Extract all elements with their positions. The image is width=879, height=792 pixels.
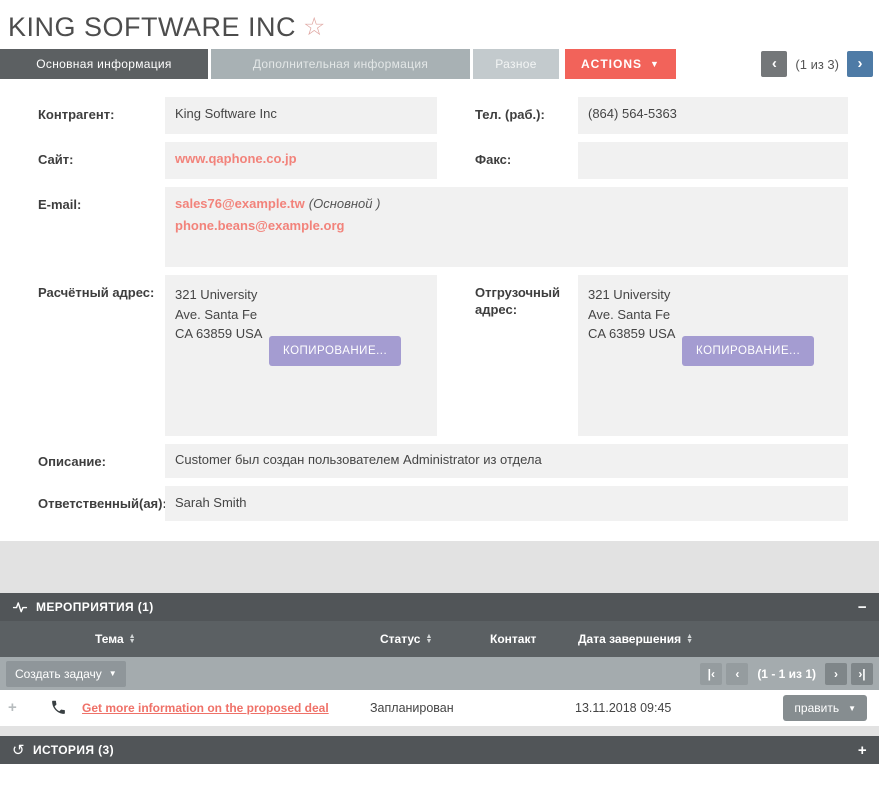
chevron-down-icon: ▼ — [109, 669, 117, 678]
column-due-date-label: Дата завершения — [578, 632, 681, 646]
description-label: Описание: — [38, 444, 165, 478]
work-phone-label: Тел. (раб.): — [475, 97, 578, 134]
page-header: KING SOFTWARE INC☆ — [0, 0, 879, 49]
favorite-star-icon[interactable]: ☆ — [303, 13, 325, 41]
list-pagination: |‹ ‹ (1 - 1 из 1) › ›| — [700, 663, 873, 685]
tab-bar: Основная информация Дополнительная инфор… — [0, 49, 879, 79]
edit-activity-label: править — [794, 701, 839, 715]
next-record-button[interactable]: › — [847, 51, 873, 77]
column-status[interactable]: Статус ▲▼ — [380, 621, 432, 657]
shipping-address-field[interactable]: 321 University Ave. Santa Fe CA 63859 US… — [578, 275, 848, 436]
phone-call-icon — [50, 699, 67, 719]
column-subject-label: Тема — [95, 632, 124, 646]
primary-email-line: sales76@example.tw (Основной ) — [175, 196, 838, 211]
record-pagination-label: (1 из 3) — [795, 57, 839, 72]
edit-activity-button[interactable]: править ▼ — [783, 695, 867, 721]
copy-billing-address-button[interactable]: КОПИРОВАНИЕ... — [269, 336, 401, 366]
column-subject[interactable]: Тема ▲▼ — [95, 621, 136, 657]
tab-basic-info[interactable]: Основная информация — [0, 49, 208, 79]
field-row: Сайт: www.qaphone.co.jp Факс: — [38, 142, 848, 179]
detail-panel: Контрагент: King Software Inc Тел. (раб.… — [0, 79, 879, 541]
activities-toolbar: Создать задачу ▼ |‹ ‹ (1 - 1 из 1) › ›| — [0, 657, 879, 690]
sort-icon: ▲▼ — [425, 634, 432, 644]
create-task-label: Создать задачу — [15, 667, 102, 681]
first-page-button[interactable]: |‹ — [700, 663, 722, 685]
history-title: ИСТОРИЯ (3) — [33, 743, 114, 757]
shipping-address-value: 321 University Ave. Santa Fe CA 63859 US… — [588, 284, 680, 344]
assigned-to-field[interactable]: Sarah Smith — [165, 486, 848, 521]
activity-status: Запланирован — [370, 701, 454, 715]
record-pagination: ‹ (1 из 3) › — [761, 51, 873, 77]
chevron-down-icon: ▼ — [650, 49, 660, 79]
previous-record-button[interactable]: ‹ — [761, 51, 787, 77]
page-title: KING SOFTWARE INC — [8, 12, 296, 42]
activity-due-date: 13.11.2018 09:45 — [575, 701, 671, 715]
secondary-email-link[interactable]: phone.beans@example.org — [175, 218, 344, 233]
sort-icon: ▲▼ — [686, 634, 693, 644]
chevron-down-icon: ▼ — [848, 704, 856, 713]
section-divider — [0, 541, 879, 593]
copy-shipping-address-button[interactable]: КОПИРОВАНИЕ... — [682, 336, 814, 366]
column-due-date[interactable]: Дата завершения ▲▼ — [578, 621, 693, 657]
activities-header: МЕРОПРИЯТИЯ (1) − — [0, 593, 879, 621]
fax-field[interactable] — [578, 142, 848, 179]
actions-button-label: ACTIONS — [581, 49, 642, 79]
field-row: Описание: Customer был создан пользовате… — [38, 444, 848, 478]
column-contact-label: Контакт — [490, 632, 536, 646]
email-label: E-mail: — [38, 187, 165, 267]
work-phone-field[interactable]: (864) 564-5363 — [578, 97, 848, 134]
field-row: Контрагент: King Software Inc Тел. (раб.… — [38, 97, 848, 134]
fax-label: Факс: — [475, 142, 578, 179]
create-task-button[interactable]: Создать задачу ▼ — [6, 661, 126, 687]
account-name-label: Контрагент: — [38, 97, 165, 134]
column-contact: Контакт — [490, 621, 536, 657]
email-field[interactable]: sales76@example.tw (Основной ) phone.bean… — [165, 187, 848, 267]
next-page-button[interactable]: › — [825, 663, 847, 685]
actions-button[interactable]: ACTIONS ▼ — [565, 49, 676, 79]
activity-subject-link[interactable]: Get more information on the proposed dea… — [82, 701, 329, 715]
collapse-activities-button[interactable]: − — [858, 600, 867, 615]
website-label: Сайт: — [38, 142, 165, 179]
description-field[interactable]: Customer был создан пользователем Admini… — [165, 444, 848, 478]
field-row: Расчётный адрес: 321 University Ave. San… — [38, 275, 848, 436]
history-clock-icon: ↺ — [12, 741, 25, 759]
tab-additional-info[interactable]: Дополнительная информация — [211, 49, 470, 79]
field-row: Ответственный(ая): Sarah Smith — [38, 486, 848, 521]
previous-page-button[interactable]: ‹ — [726, 663, 748, 685]
account-name-field[interactable]: King Software Inc — [165, 97, 437, 134]
list-pagination-label: (1 - 1 из 1) — [757, 667, 816, 681]
column-status-label: Статус — [380, 632, 420, 646]
primary-email-link[interactable]: sales76@example.tw — [175, 196, 305, 211]
shipping-address-label: Отгрузочный адрес: — [475, 275, 578, 436]
expand-history-button[interactable]: + — [858, 743, 867, 758]
tab-misc[interactable]: Разное — [473, 49, 559, 79]
billing-address-label: Расчётный адрес: — [38, 275, 165, 436]
activities-column-headers: Тема ▲▼ Статус ▲▼ Контакт Дата завершени… — [0, 621, 879, 657]
add-icon[interactable]: + — [8, 699, 17, 716]
website-link[interactable]: www.qaphone.co.jp — [175, 151, 297, 166]
activity-row: + Get more information on the proposed d… — [0, 690, 879, 726]
billing-address-field[interactable]: 321 University Ave. Santa Fe CA 63859 US… — [165, 275, 437, 436]
history-header: ↺ ИСТОРИЯ (3) + — [0, 736, 879, 764]
section-divider — [0, 726, 879, 736]
billing-address-value: 321 University Ave. Santa Fe CA 63859 US… — [175, 284, 267, 344]
field-row: E-mail: sales76@example.tw (Основной ) ph… — [38, 187, 848, 267]
secondary-email-line: phone.beans@example.org — [175, 218, 838, 233]
activity-pulse-icon — [12, 600, 28, 614]
assigned-to-label: Ответственный(ая): — [38, 486, 165, 521]
sort-icon: ▲▼ — [129, 634, 136, 644]
activities-title: МЕРОПРИЯТИЯ (1) — [36, 600, 154, 614]
website-field[interactable]: www.qaphone.co.jp — [165, 142, 437, 179]
primary-email-note: (Основной ) — [309, 196, 381, 211]
last-page-button[interactable]: ›| — [851, 663, 873, 685]
